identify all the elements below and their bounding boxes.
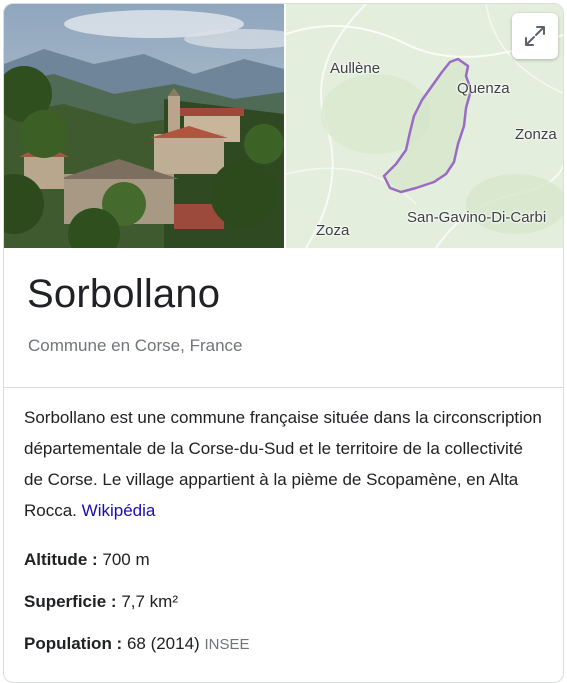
entity-subtitle: Commune en Corse, France xyxy=(28,336,243,355)
fact-label: Population xyxy=(24,634,112,653)
map-expand-button[interactable] xyxy=(512,13,558,59)
fact-label: Superficie xyxy=(24,592,107,611)
fact-value: 700 m xyxy=(102,550,150,569)
fact-label: Altitude xyxy=(24,550,88,569)
fact-value: 68 (2014) xyxy=(126,634,200,653)
fact-separator: : xyxy=(111,634,127,653)
title-block: Sorbollano Commune en Corse, France xyxy=(4,248,563,388)
fact-value: 7,7 km² xyxy=(121,592,178,611)
map-label-quenza: Quenza xyxy=(457,80,510,97)
entity-title: Sorbollano xyxy=(27,272,221,316)
map-label-zoza: Zoza xyxy=(316,222,350,239)
map-label-san-gavino: San-Gavino-Di-Carbi xyxy=(407,209,547,226)
village-photo[interactable] xyxy=(4,4,284,248)
map-label-aullene: Aullène xyxy=(330,60,381,77)
fact-population: Population : 68 (2014) INSEE xyxy=(24,634,249,654)
fact-separator: : xyxy=(106,592,122,611)
wikipedia-link[interactable]: Wikipédia xyxy=(82,501,156,520)
expand-icon xyxy=(525,26,545,46)
map-label-zonza: Zonza xyxy=(515,126,557,143)
media-strip: Aullène Quenza Zonza San-Gavino-Di-Carbi… xyxy=(4,4,563,248)
description: Sorbollano est une commune française sit… xyxy=(24,402,544,526)
fact-separator: : xyxy=(87,550,103,569)
population-source-link[interactable]: INSEE xyxy=(204,636,249,653)
fact-altitude: Altitude : 700 m xyxy=(24,550,150,570)
knowledge-panel: Aullène Quenza Zonza San-Gavino-Di-Carbi… xyxy=(3,3,564,683)
location-map[interactable]: Aullène Quenza Zonza San-Gavino-Di-Carbi… xyxy=(286,4,563,248)
fact-superficie: Superficie : 7,7 km² xyxy=(24,592,178,612)
